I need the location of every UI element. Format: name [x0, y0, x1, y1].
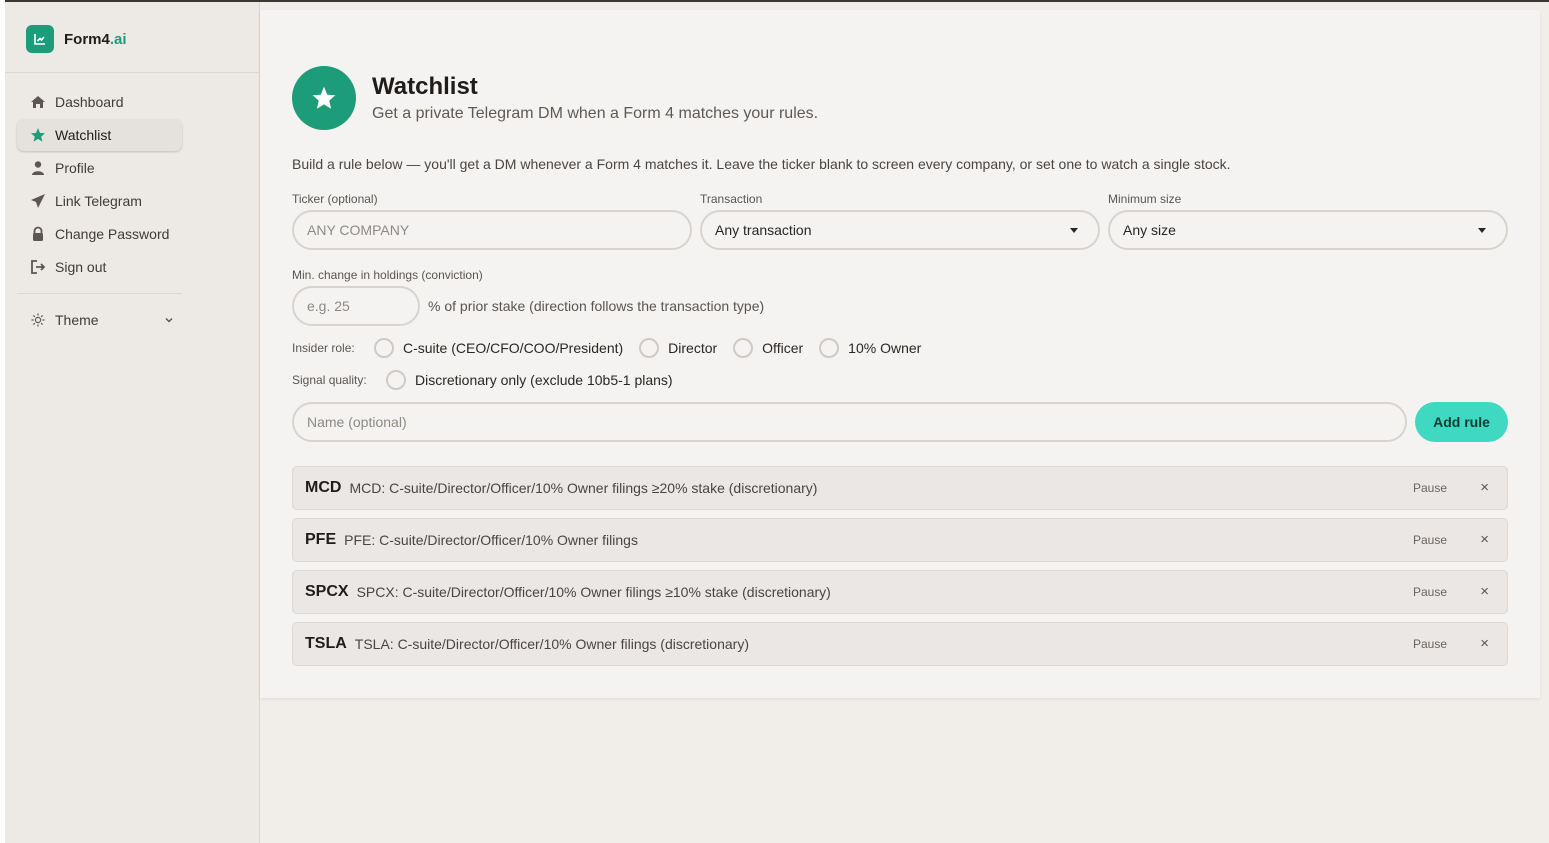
quality-options: Discretionary only (exclude 10b5-1 plans…: [386, 370, 689, 390]
lock-icon: [30, 226, 46, 242]
rule-list: MCD MCD: C-suite/Director/Officer/10% Ow…: [292, 466, 1508, 674]
sidebar-item-label: Link Telegram: [55, 193, 142, 209]
pause-button[interactable]: Pause: [1413, 585, 1447, 599]
remove-rule-button[interactable]: ×: [1480, 531, 1489, 548]
watchlist-card: Watchlist Get a private Telegram DM when…: [260, 10, 1540, 698]
radio-button[interactable]: [733, 338, 754, 358]
pause-button[interactable]: Pause: [1413, 637, 1447, 651]
page-subtitle: Get a private Telegram DM when a Form 4 …: [372, 105, 819, 122]
rule-ticker: TSLA: [305, 635, 347, 652]
role-option-label: Officer: [762, 340, 804, 356]
quality-option-label: Discretionary only (exclude 10b5-1 plans…: [415, 372, 673, 388]
role-label: Insider role:: [292, 341, 355, 355]
rule-name-placeholder: Name (optional): [307, 414, 407, 430]
star-icon: [30, 127, 46, 143]
pause-button[interactable]: Pause: [1413, 533, 1447, 547]
rule-description: TSLA: C-suite/Director/Officer/10% Owner…: [354, 636, 749, 652]
page-title: Watchlist: [372, 73, 478, 100]
rule-description: PFE: C-suite/Director/Officer/10% Owner …: [344, 532, 638, 548]
home-icon: [30, 94, 46, 110]
remove-rule-button[interactable]: ×: [1480, 635, 1489, 652]
size-select[interactable]: Any size: [1108, 210, 1508, 250]
size-label: Minimum size: [1108, 192, 1182, 206]
ticker-placeholder: ANY COMPANY: [307, 222, 410, 238]
role-option-officer[interactable]: Officer: [733, 338, 803, 358]
role-option-label: Director: [668, 340, 718, 356]
sidebar-item-sign-out[interactable]: Sign out: [17, 251, 182, 283]
rule-row: SPCX SPCX: C-suite/Director/Officer/10% …: [292, 570, 1508, 614]
sidebar-item-dashboard[interactable]: Dashboard: [17, 86, 182, 118]
sidebar-item-change-password[interactable]: Change Password: [17, 218, 182, 250]
rule-ticker: PFE: [305, 531, 337, 548]
role-options: C-suite (CEO/CFO/COO/President) Director…: [374, 338, 937, 358]
role-option-director[interactable]: Director: [639, 338, 717, 358]
transaction-value: Any transaction: [715, 222, 812, 238]
sidebar-item-label: Sign out: [55, 259, 107, 275]
rule-description: MCD: C-suite/Director/Officer/10% Owner …: [349, 480, 818, 496]
size-value: Any size: [1123, 222, 1176, 238]
radio-button[interactable]: [386, 370, 406, 390]
sign-out-icon: [30, 259, 46, 275]
change-placeholder: e.g. 25: [307, 298, 350, 314]
sidebar-item-watchlist[interactable]: Watchlist: [17, 119, 182, 151]
caret-down-icon: [1478, 228, 1486, 233]
rule-row: TSLA TSLA: C-suite/Director/Officer/10% …: [292, 622, 1508, 666]
rule-ticker: SPCX: [305, 583, 349, 600]
divider: [5, 72, 259, 73]
theme-label: Theme: [55, 312, 99, 328]
intro-text: Build a rule below — you'll get a DM whe…: [292, 156, 1231, 172]
role-option-label: 10% Owner: [848, 340, 922, 356]
chart-logo-icon: [26, 25, 54, 53]
role-option-10-owner[interactable]: 10% Owner: [819, 338, 921, 358]
quality-option-discretionary[interactable]: Discretionary only (exclude 10b5-1 plans…: [386, 370, 673, 390]
role-option-label: C-suite (CEO/CFO/COO/President): [403, 340, 624, 356]
rule-description: SPCX: C-suite/Director/Officer/10% Owner…: [356, 584, 831, 600]
ticker-label: Ticker (optional): [292, 192, 378, 206]
remove-rule-button[interactable]: ×: [1480, 479, 1489, 496]
divider: [17, 293, 182, 294]
send-icon: [30, 193, 46, 209]
sidebar-nav: Dashboard Watchlist Profile Link Telegra…: [17, 86, 182, 337]
sun-icon: [30, 312, 46, 328]
sidebar-item-label: Watchlist: [55, 127, 112, 143]
radio-button[interactable]: [819, 338, 840, 358]
rule-row: MCD MCD: C-suite/Director/Officer/10% Ow…: [292, 466, 1508, 510]
sidebar-item-label: Change Password: [55, 226, 170, 242]
transaction-label: Transaction: [700, 192, 763, 206]
sidebar-item-profile[interactable]: Profile: [17, 152, 182, 184]
radio-button[interactable]: [639, 338, 660, 358]
transaction-select[interactable]: Any transaction: [700, 210, 1100, 250]
rule-row: PFE PFE: C-suite/Director/Officer/10% Ow…: [292, 518, 1508, 562]
ticker-input[interactable]: ANY COMPANY: [292, 210, 692, 250]
add-rule-button[interactable]: Add rule: [1415, 402, 1508, 442]
chevron-down-icon: [164, 315, 174, 325]
theme-toggle[interactable]: Theme: [17, 304, 182, 336]
sidebar: Form4.ai Dashboard Watchlist Profile Lin…: [5, 2, 260, 843]
caret-down-icon: [1070, 228, 1078, 233]
brand[interactable]: Form4.ai: [26, 25, 127, 53]
sidebar-item-label: Dashboard: [55, 94, 124, 110]
brand-name: Form4.ai: [64, 30, 127, 48]
rule-name-input[interactable]: Name (optional): [292, 402, 1407, 442]
user-icon: [30, 160, 46, 176]
radio-button[interactable]: [374, 338, 394, 358]
change-input[interactable]: e.g. 25: [292, 286, 420, 326]
change-suffix: % of prior stake (direction follows the …: [428, 298, 765, 314]
rule-ticker: MCD: [305, 479, 342, 496]
pause-button[interactable]: Pause: [1413, 481, 1447, 495]
sidebar-item-label: Profile: [55, 160, 95, 176]
quality-label: Signal quality:: [292, 373, 367, 387]
role-option-c-suite[interactable]: C-suite (CEO/CFO/COO/President): [374, 338, 623, 358]
sidebar-item-link-telegram[interactable]: Link Telegram: [17, 185, 182, 217]
remove-rule-button[interactable]: ×: [1480, 583, 1489, 600]
change-label: Min. change in holdings (conviction): [292, 268, 483, 282]
star-icon: [292, 66, 356, 130]
